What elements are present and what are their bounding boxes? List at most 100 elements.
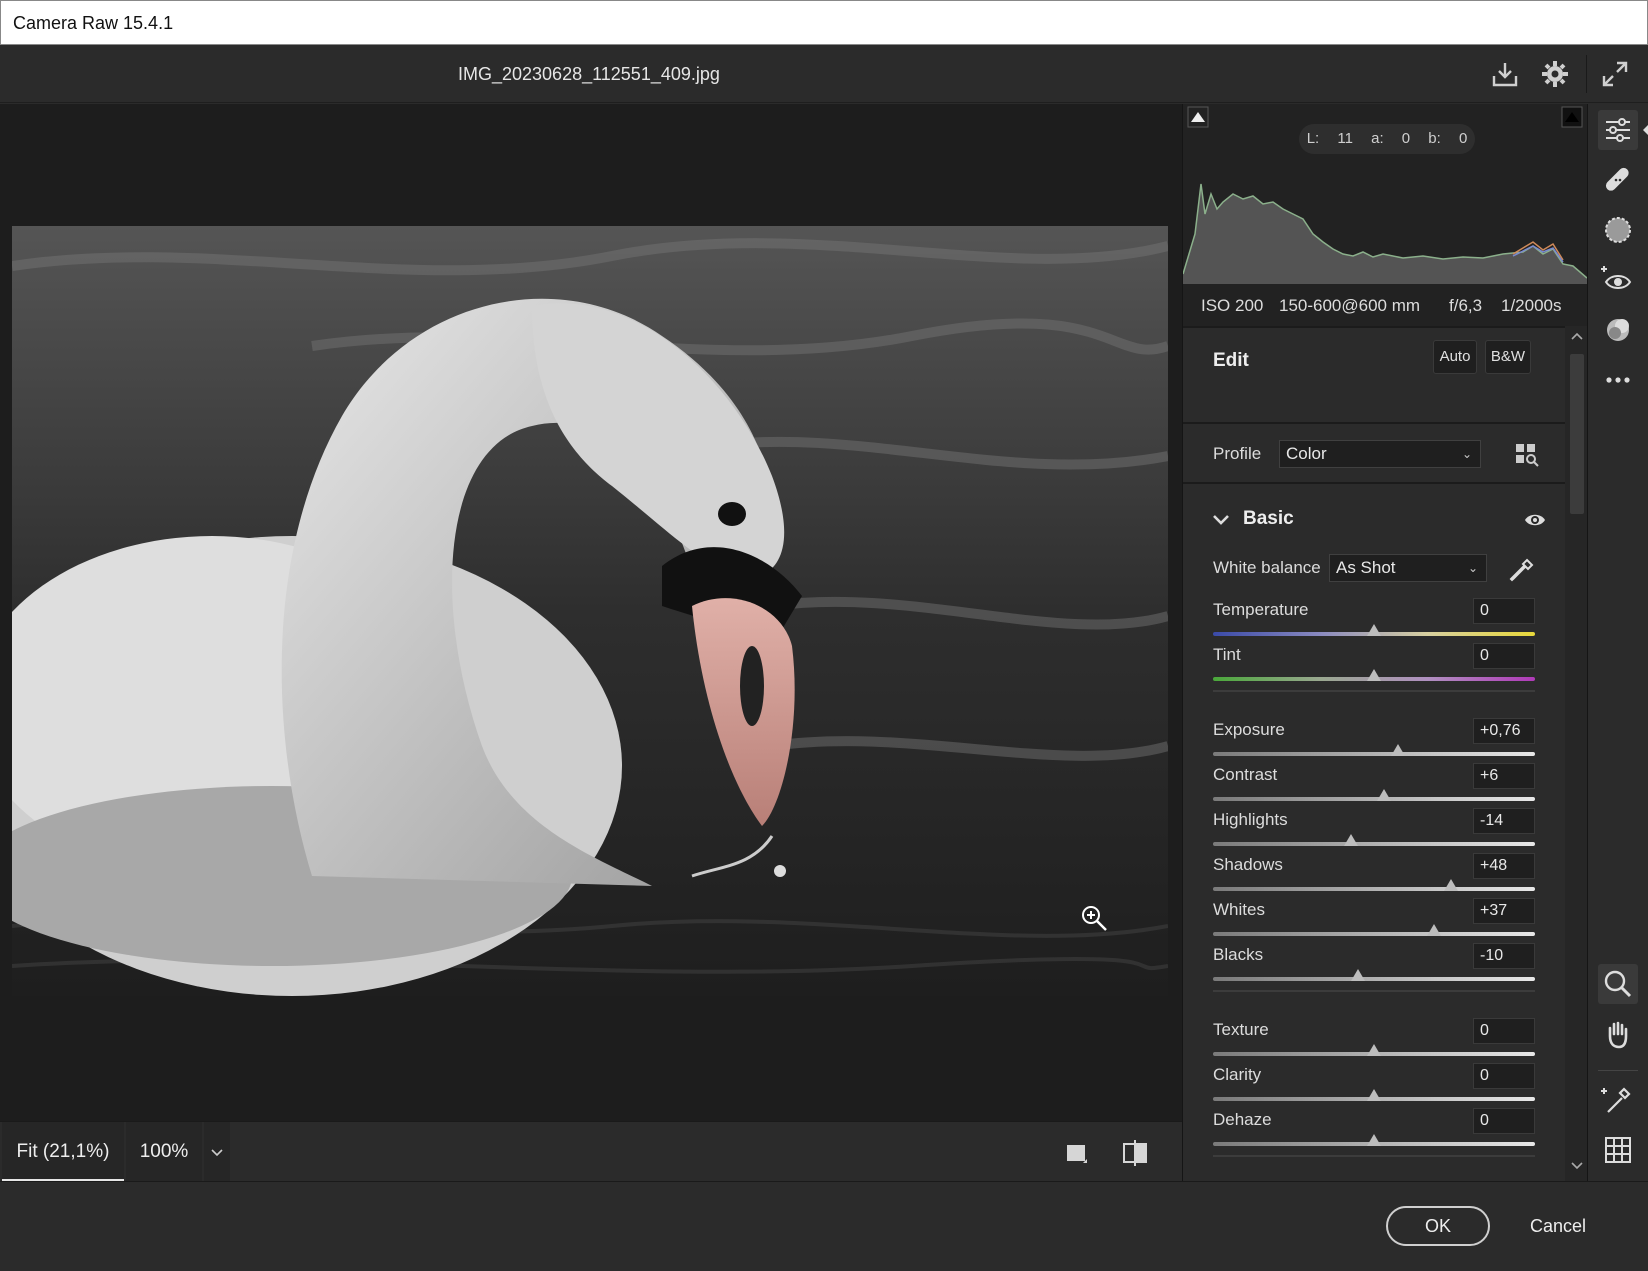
slider-label-shadows: Shadows: [1213, 855, 1283, 874]
basic-section: Basic White balance As Shot ⌄ Temperatur…: [1183, 482, 1565, 1181]
auto-button[interactable]: Auto: [1433, 340, 1477, 374]
lab-readout: L: 11 a: 0 b: 0: [1299, 124, 1475, 154]
bw-button[interactable]: B&W: [1485, 340, 1531, 374]
slider-label-highlights: Highlights: [1213, 810, 1288, 829]
save-icon[interactable]: [1490, 59, 1520, 89]
slider-thumb-whites[interactable]: [1426, 924, 1441, 936]
window-title: Camera Raw 15.4.1: [13, 13, 174, 33]
slider-thumb-shadows[interactable]: [1444, 879, 1459, 891]
photo-preview[interactable]: [12, 226, 1168, 996]
histogram-graph: [1183, 183, 1587, 284]
tool-strip: [1587, 104, 1648, 1181]
more-icon[interactable]: [1598, 360, 1638, 400]
view-mode-icon[interactable]: [1062, 1138, 1092, 1168]
slider-track-whites[interactable]: [1213, 932, 1535, 936]
slider-label-contrast: Contrast: [1213, 765, 1278, 784]
profile-browser-icon[interactable]: [1513, 440, 1541, 468]
active-tool-indicator: [1643, 124, 1648, 136]
grid-icon[interactable]: [1598, 1130, 1638, 1170]
slider-value-tint[interactable]: 0: [1473, 643, 1535, 669]
edit-section: Edit Auto B&W: [1183, 326, 1565, 422]
slider-thumb-texture[interactable]: [1367, 1044, 1381, 1056]
slider-label-texture: Texture: [1213, 1020, 1269, 1039]
slider-track-highlights[interactable]: [1213, 842, 1535, 846]
slider-thumb-highlights[interactable]: [1344, 834, 1359, 846]
visibility-eye-icon[interactable]: [1523, 508, 1547, 532]
slider-value-temperature[interactable]: 0: [1473, 598, 1535, 624]
highlight-clipping-icon[interactable]: [1561, 106, 1583, 128]
window-titlebar: Camera Raw 15.4.1: [0, 0, 1648, 45]
slider-track-exposure[interactable]: [1213, 752, 1535, 756]
scrollbar-thumb[interactable]: [1570, 354, 1584, 514]
slider-label-whites: Whites: [1213, 900, 1265, 919]
hand-icon[interactable]: [1598, 1014, 1638, 1054]
profile-value: Color: [1286, 444, 1327, 463]
presets-icon[interactable]: [1598, 310, 1638, 350]
exif-shutter: 1/2000s: [1501, 296, 1562, 315]
tool-divider: [1598, 1070, 1638, 1071]
slider-value-dehaze[interactable]: 0: [1473, 1108, 1535, 1134]
white-balance-eyedropper-icon[interactable]: [1507, 554, 1537, 584]
slider-value-texture[interactable]: 0: [1473, 1018, 1535, 1044]
scroll-down-icon[interactable]: [1569, 1158, 1585, 1174]
settings-gear-icon[interactable]: [1540, 59, 1570, 89]
slider-label-tint: Tint: [1213, 645, 1241, 664]
zoom-100-button[interactable]: 100%: [126, 1122, 202, 1182]
zoom-level-dropdown[interactable]: [204, 1122, 230, 1182]
scroll-up-icon[interactable]: [1569, 328, 1585, 344]
edit-panel: L: 11 a: 0 b: 0 ISO 200 150-600@600 mm f…: [1182, 104, 1587, 1181]
slider-label-exposure: Exposure: [1213, 720, 1285, 739]
section-divider: [1213, 1155, 1535, 1157]
fullscreen-icon[interactable]: [1600, 59, 1630, 89]
slider-thumb-contrast[interactable]: [1376, 789, 1391, 801]
slider-label-clarity: Clarity: [1213, 1065, 1262, 1084]
slider-track-shadows[interactable]: [1213, 887, 1535, 891]
file-name: IMG_20230628_112551_409.jpg: [458, 64, 720, 84]
image-canvas[interactable]: [0, 104, 1182, 1121]
slider-thumb-dehaze[interactable]: [1367, 1134, 1381, 1146]
ok-button[interactable]: OK: [1386, 1206, 1490, 1246]
slider-value-shadows[interactable]: +48: [1473, 853, 1535, 879]
shadow-clipping-icon[interactable]: [1187, 106, 1209, 128]
slider-thumb-blacks[interactable]: [1350, 969, 1365, 981]
slider-track-blacks[interactable]: [1213, 977, 1535, 981]
slider-value-clarity[interactable]: 0: [1473, 1063, 1535, 1089]
profile-dropdown[interactable]: Color ⌄: [1279, 440, 1481, 468]
exif-iso: ISO 200: [1201, 296, 1264, 315]
sliders-icon[interactable]: [1598, 110, 1638, 150]
white-balance-value: As Shot: [1336, 558, 1396, 577]
slider-thumb-exposure[interactable]: [1391, 744, 1406, 756]
slider-value-exposure[interactable]: +0,76: [1473, 718, 1535, 744]
zoom-icon[interactable]: [1598, 964, 1638, 1004]
cancel-button[interactable]: Cancel: [1522, 1206, 1594, 1246]
slider-value-contrast[interactable]: +6: [1473, 763, 1535, 789]
edit-title: Edit: [1213, 350, 1249, 371]
mask-icon[interactable]: [1598, 210, 1638, 250]
healing-brush-icon[interactable]: [1598, 160, 1638, 200]
histogram: L: 11 a: 0 b: 0 ISO 200 150-600@600 mm f…: [1183, 104, 1587, 326]
canvas-bottom-bar: Fit (21,1%) 100%: [0, 1121, 1182, 1182]
slider-thumb-tint[interactable]: [1367, 669, 1381, 681]
panel-scrollbar[interactable]: [1565, 326, 1587, 1181]
red-eye-icon[interactable]: [1598, 260, 1638, 300]
white-balance-label: White balance: [1213, 558, 1321, 577]
before-after-icon[interactable]: [1120, 1138, 1150, 1168]
slider-label-dehaze: Dehaze: [1213, 1110, 1272, 1129]
slider-thumb-clarity[interactable]: [1367, 1089, 1381, 1101]
exif-lens: 150-600@600 mm: [1279, 296, 1421, 315]
white-balance-dropdown[interactable]: As Shot ⌄: [1329, 554, 1487, 582]
slider-label-blacks: Blacks: [1213, 945, 1264, 964]
slider-track-contrast[interactable]: [1213, 797, 1535, 801]
top-toolbar: IMG_20230628_112551_409.jpg: [0, 45, 1648, 103]
zoom-fit-button[interactable]: Fit (21,1%): [2, 1122, 124, 1182]
profile-label: Profile: [1213, 444, 1262, 463]
basic-collapse-chevron-icon[interactable]: [1211, 510, 1231, 530]
profile-section: Profile Color ⌄: [1183, 422, 1565, 482]
slider-value-blacks[interactable]: -10: [1473, 943, 1535, 969]
exif-aperture: f/6,3: [1449, 296, 1483, 315]
color-sampler-icon[interactable]: [1598, 1080, 1638, 1120]
slider-value-highlights[interactable]: -14: [1473, 808, 1535, 834]
dialog-footer: OK Cancel: [0, 1181, 1648, 1271]
slider-value-whites[interactable]: +37: [1473, 898, 1535, 924]
slider-thumb-temperature[interactable]: [1367, 624, 1381, 636]
